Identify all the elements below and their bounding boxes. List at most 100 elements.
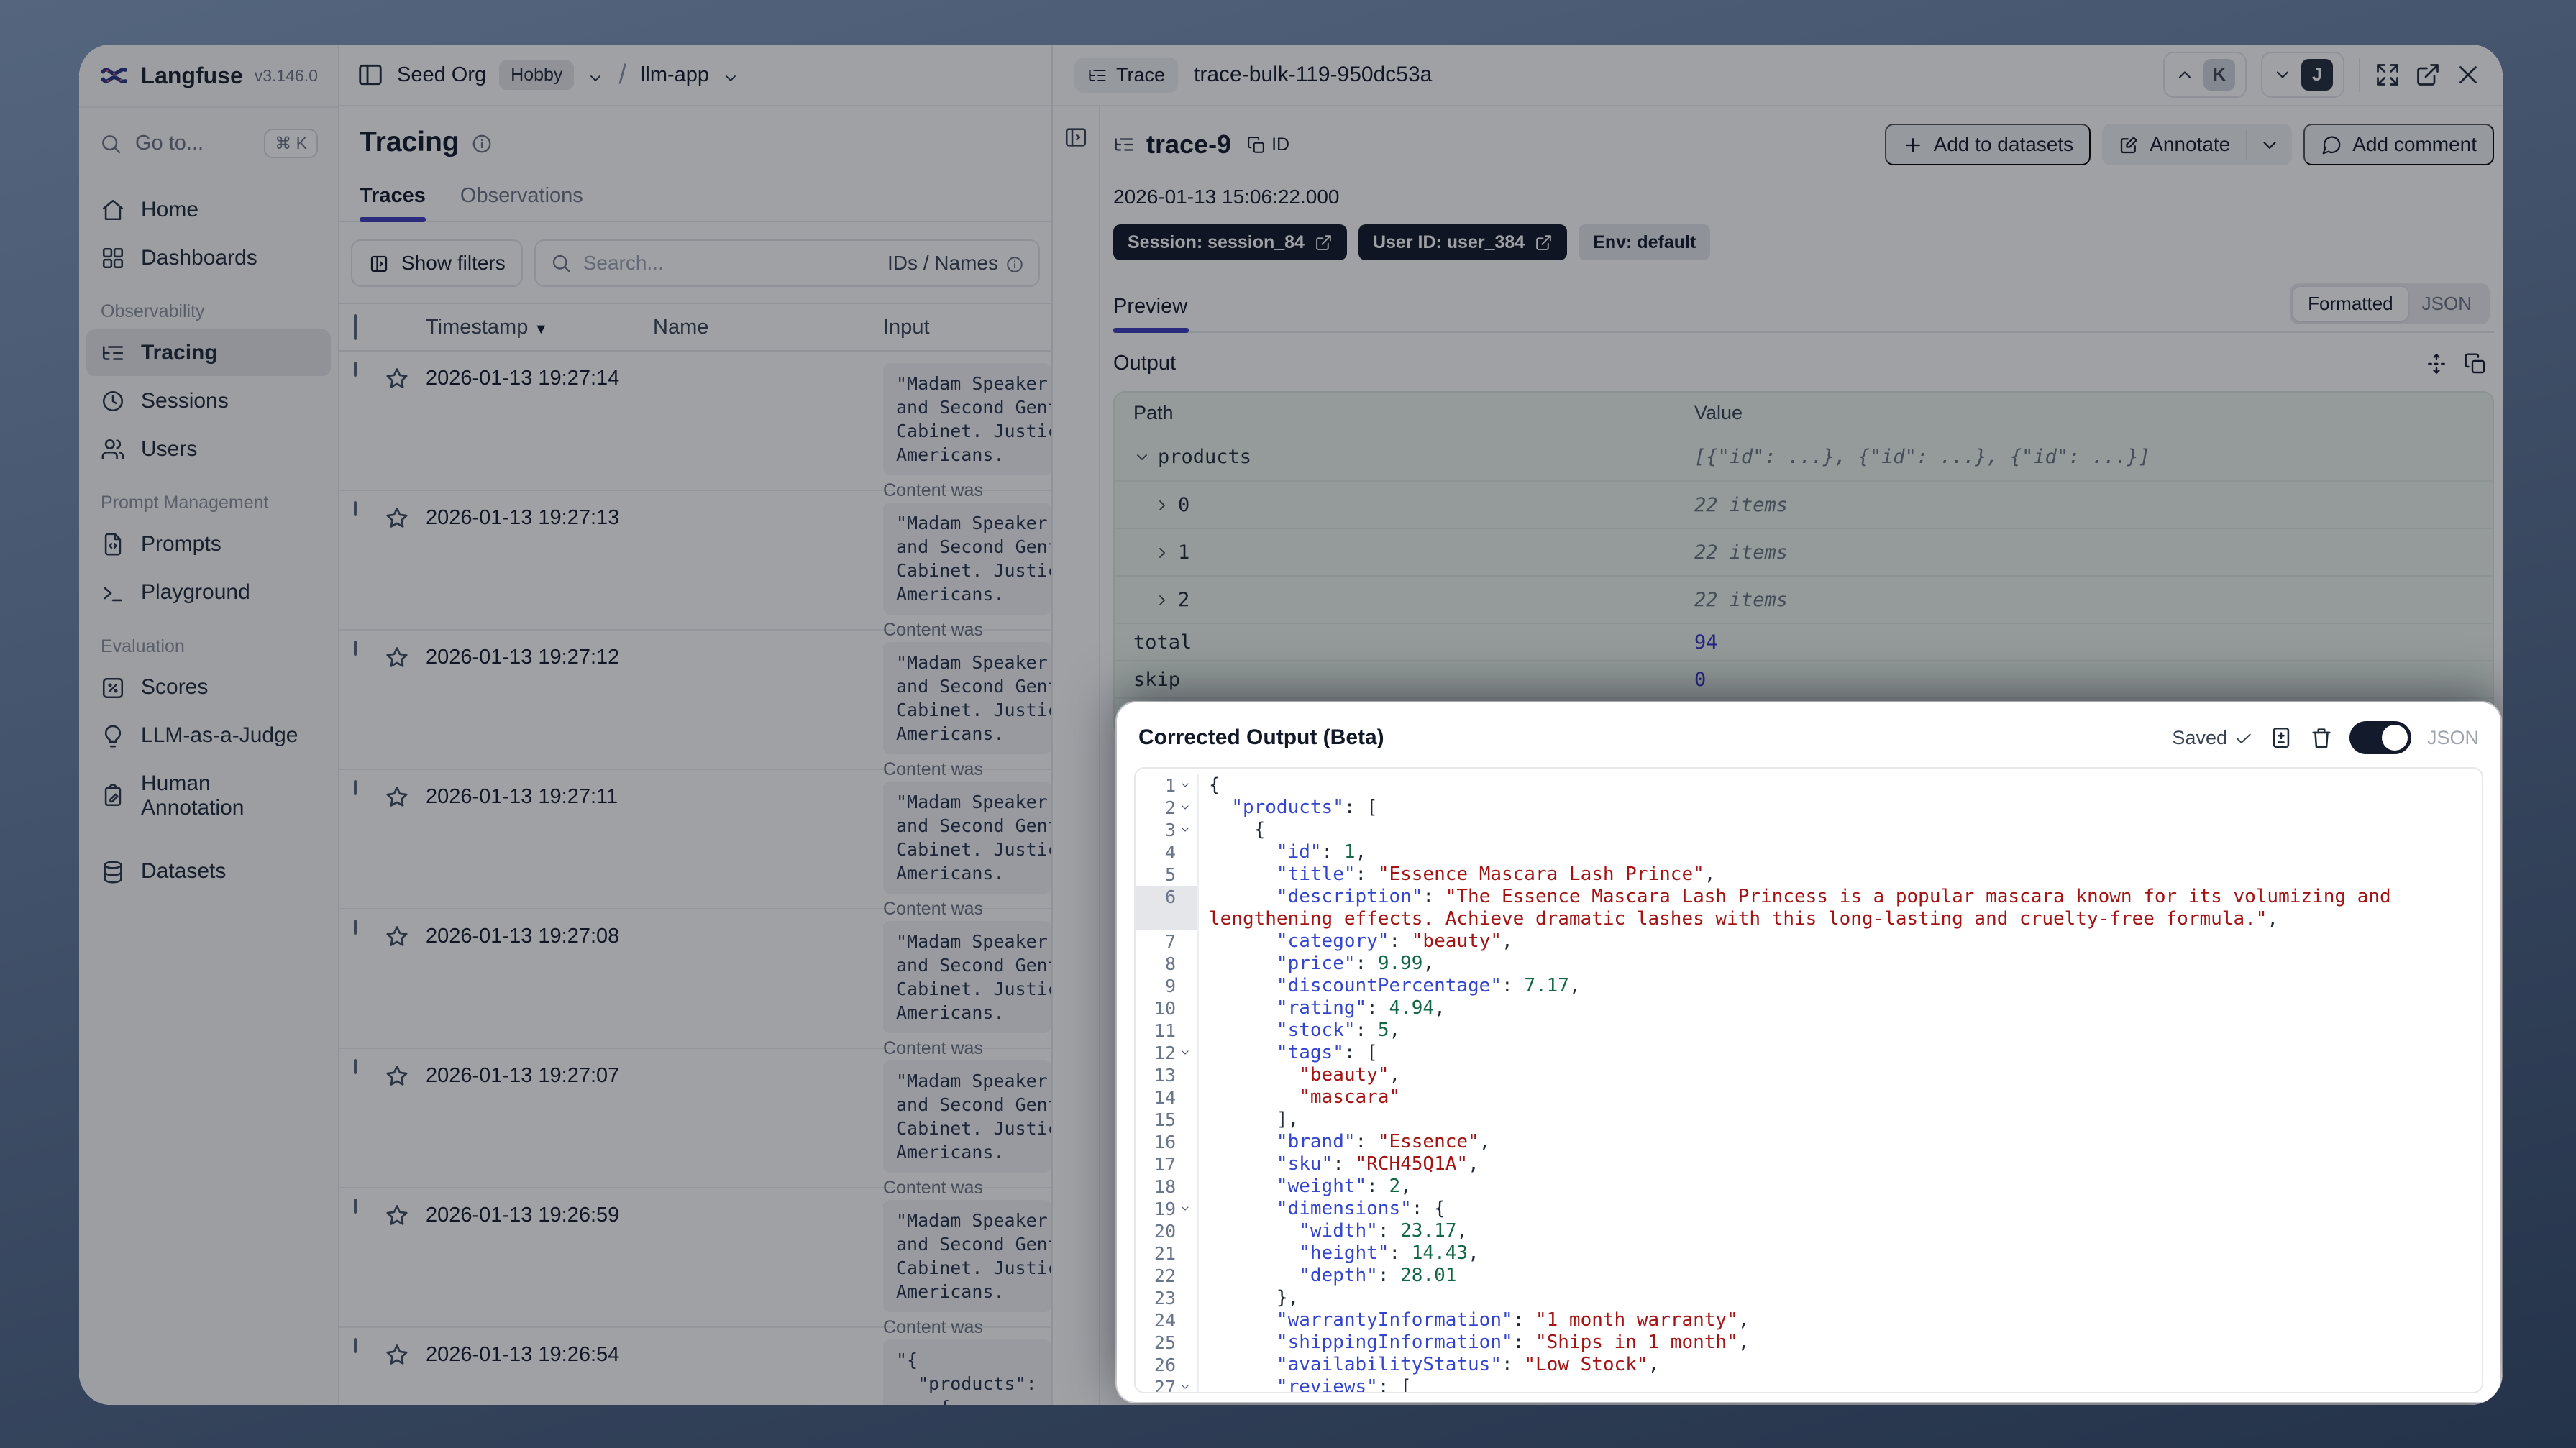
fold-chevron-icon[interactable] xyxy=(1176,774,1195,791)
row-checkbox[interactable] xyxy=(354,641,357,656)
table-row[interactable]: 2026-01-13 19:26:54 "{ "products": [ { xyxy=(339,1328,1051,1405)
star-icon[interactable] xyxy=(384,921,410,950)
sidebar-item-datasets[interactable]: Datasets xyxy=(86,848,331,895)
org-chevron-down-icon[interactable] xyxy=(587,66,604,83)
code-line[interactable]: 8 "price": 9.99, xyxy=(1136,953,2482,975)
code-line[interactable]: 9 "discountPercentage": 7.17, xyxy=(1136,975,2482,997)
code-line[interactable]: 6 "description": "The Essence Mascara La… xyxy=(1136,886,2482,930)
fold-chevron-icon[interactable] xyxy=(1176,1042,1195,1058)
code-line[interactable]: 2 "products": [ xyxy=(1136,797,2482,819)
table-row[interactable]: 2026-01-13 19:27:08 "Madam Speaker, Ma an… xyxy=(339,909,1051,1079)
row-checkbox[interactable] xyxy=(354,1338,357,1353)
add-comment-button[interactable]: Add comment xyxy=(2303,124,2494,165)
code-line[interactable]: 3 { xyxy=(1136,819,2482,841)
toggle-formatted[interactable]: Formatted xyxy=(2293,287,2408,321)
project-name[interactable]: llm-app xyxy=(641,63,709,87)
table-row[interactable]: 2026-01-13 19:27:14 "Madam Speaker, Ma an… xyxy=(339,352,1051,521)
code-line[interactable]: 24 "warrantyInformation": "1 month warra… xyxy=(1136,1309,2482,1332)
copy-id-chip[interactable]: ID xyxy=(1247,134,1289,155)
add-to-datasets-button[interactable]: Add to datasets xyxy=(1884,124,2091,165)
fold-chevron-icon[interactable] xyxy=(1176,1376,1195,1392)
fold-chevron-icon[interactable] xyxy=(1176,1198,1195,1214)
open-external-button[interactable] xyxy=(2415,62,2441,88)
tab-traces[interactable]: Traces xyxy=(360,184,426,222)
row-checkbox[interactable] xyxy=(354,362,357,377)
output-row-0[interactable]: 0 22 items xyxy=(1115,480,2493,528)
fold-chevron-icon[interactable] xyxy=(1176,797,1195,813)
delete-button[interactable] xyxy=(2309,725,2334,750)
sidebar-item-sessions[interactable]: Sessions xyxy=(86,377,331,424)
code-line[interactable]: 13 "beauty", xyxy=(1136,1064,2482,1086)
code-line[interactable]: 14 "mascara" xyxy=(1136,1086,2482,1109)
row-checkbox[interactable] xyxy=(354,920,357,935)
sidebar-item-human-annotation[interactable]: Human Annotation xyxy=(86,761,331,831)
output-row-2[interactable]: 2 22 items xyxy=(1115,575,2493,623)
sidebar-item-tracing[interactable]: Tracing xyxy=(86,329,331,377)
toggle-json[interactable]: JSON xyxy=(2408,287,2486,321)
code-line[interactable]: 17 "sku": "RCH45Q1A", xyxy=(1136,1153,2482,1176)
row-checkbox[interactable] xyxy=(354,1199,357,1214)
session-badge[interactable]: Session: session_84 xyxy=(1113,224,1347,260)
close-panel-button[interactable] xyxy=(2455,62,2481,88)
sidebar-item-dashboards[interactable]: Dashboards xyxy=(86,234,331,281)
expand-vertical-icon[interactable] xyxy=(2425,352,2448,375)
sidebar-item-playground[interactable]: Playground xyxy=(86,569,331,615)
column-name[interactable]: Name xyxy=(653,316,883,339)
diff-button[interactable] xyxy=(2269,725,2293,750)
star-icon[interactable] xyxy=(384,1200,410,1229)
json-code-editor[interactable]: 1{2 "products": [3 {4 "id": 1, 5 "title":… xyxy=(1134,767,2483,1393)
user-badge[interactable]: User ID: user_384 xyxy=(1358,224,1568,260)
code-line[interactable]: 5 "title": "Essence Mascara Lash Prince"… xyxy=(1136,863,2482,886)
column-input[interactable]: Input xyxy=(883,316,1051,339)
code-line[interactable]: 19 "dimensions": { xyxy=(1136,1198,2482,1220)
code-line[interactable]: 12 "tags": [ xyxy=(1136,1042,2482,1064)
select-all-checkbox[interactable] xyxy=(354,313,357,340)
output-row-1[interactable]: 1 22 items xyxy=(1115,528,2493,575)
star-icon[interactable] xyxy=(384,363,410,392)
table-row[interactable]: 2026-01-13 19:26:59 "Madam Speaker, Ma an… xyxy=(339,1188,1051,1358)
code-line[interactable]: 10 "rating": 4.94, xyxy=(1136,997,2482,1019)
sidebar-item-users[interactable]: Users xyxy=(86,426,331,472)
row-checkbox[interactable] xyxy=(354,501,357,516)
code-line[interactable]: 16 "brand": "Essence", xyxy=(1136,1131,2482,1153)
show-filters-button[interactable]: Show filters xyxy=(351,239,523,287)
tab-preview[interactable]: Preview xyxy=(1113,295,1189,333)
star-icon[interactable] xyxy=(384,503,410,531)
code-line[interactable]: 7 "category": "beauty", xyxy=(1136,930,2482,953)
column-timestamp[interactable]: Timestamp ▼ xyxy=(426,316,653,339)
tree-panel-toggle-icon[interactable] xyxy=(1064,125,1088,150)
prev-trace-button[interactable]: K xyxy=(2163,52,2247,98)
code-line[interactable]: 11 "stock": 5, xyxy=(1136,1019,2482,1042)
project-chevron-down-icon[interactable] xyxy=(722,66,739,83)
code-line[interactable]: 23 }, xyxy=(1136,1287,2482,1309)
code-line[interactable]: 21 "height": 14.43, xyxy=(1136,1242,2482,1265)
table-row[interactable]: 2026-01-13 19:27:12 "Madam Speaker, Ma an… xyxy=(339,631,1051,800)
next-trace-button[interactable]: J xyxy=(2261,52,2344,98)
expand-button[interactable] xyxy=(2375,62,2401,88)
copy-icon[interactable] xyxy=(2464,352,2487,375)
code-line[interactable]: 4 "id": 1, xyxy=(1136,841,2482,863)
sidebar-item-llm-as-a-judge[interactable]: LLM-as-a-Judge xyxy=(86,712,331,759)
search-box[interactable]: IDs / Names xyxy=(534,239,1040,287)
star-icon[interactable] xyxy=(384,782,410,810)
json-toggle[interactable] xyxy=(2349,721,2411,754)
star-icon[interactable] xyxy=(384,642,410,671)
code-line[interactable]: 27 "reviews": [ xyxy=(1136,1376,2482,1392)
row-checkbox[interactable] xyxy=(354,780,357,795)
code-line[interactable]: 18 "weight": 2, xyxy=(1136,1176,2482,1198)
table-row[interactable]: 2026-01-13 19:27:11 "Madam Speaker, Ma an… xyxy=(339,770,1051,940)
output-row-products[interactable]: products [{"id": ...}, {"id": ...}, {"id"… xyxy=(1115,433,2493,480)
star-icon[interactable] xyxy=(384,1060,410,1089)
sidebar-toggle-icon[interactable] xyxy=(357,61,384,88)
sidebar-item-prompts[interactable]: Prompts xyxy=(86,521,331,567)
code-line[interactable]: 25 "shippingInformation": "Ships in 1 mo… xyxy=(1136,1332,2482,1354)
code-line[interactable]: 22 "depth": 28.01 xyxy=(1136,1265,2482,1287)
table-row[interactable]: 2026-01-13 19:27:13 "Madam Speaker, Ma an… xyxy=(339,491,1051,661)
org-name[interactable]: Seed Org xyxy=(397,63,486,87)
sidebar-item-scores[interactable]: Scores xyxy=(86,664,331,711)
code-line[interactable]: 26 "availabilityStatus": "Low Stock", xyxy=(1136,1354,2482,1376)
code-line[interactable]: 15 ], xyxy=(1136,1109,2482,1131)
tab-observations[interactable]: Observations xyxy=(460,184,583,221)
search-scope[interactable]: IDs / Names xyxy=(887,252,1024,275)
table-row[interactable]: 2026-01-13 19:27:07 "Madam Speaker, Ma an… xyxy=(339,1049,1051,1219)
